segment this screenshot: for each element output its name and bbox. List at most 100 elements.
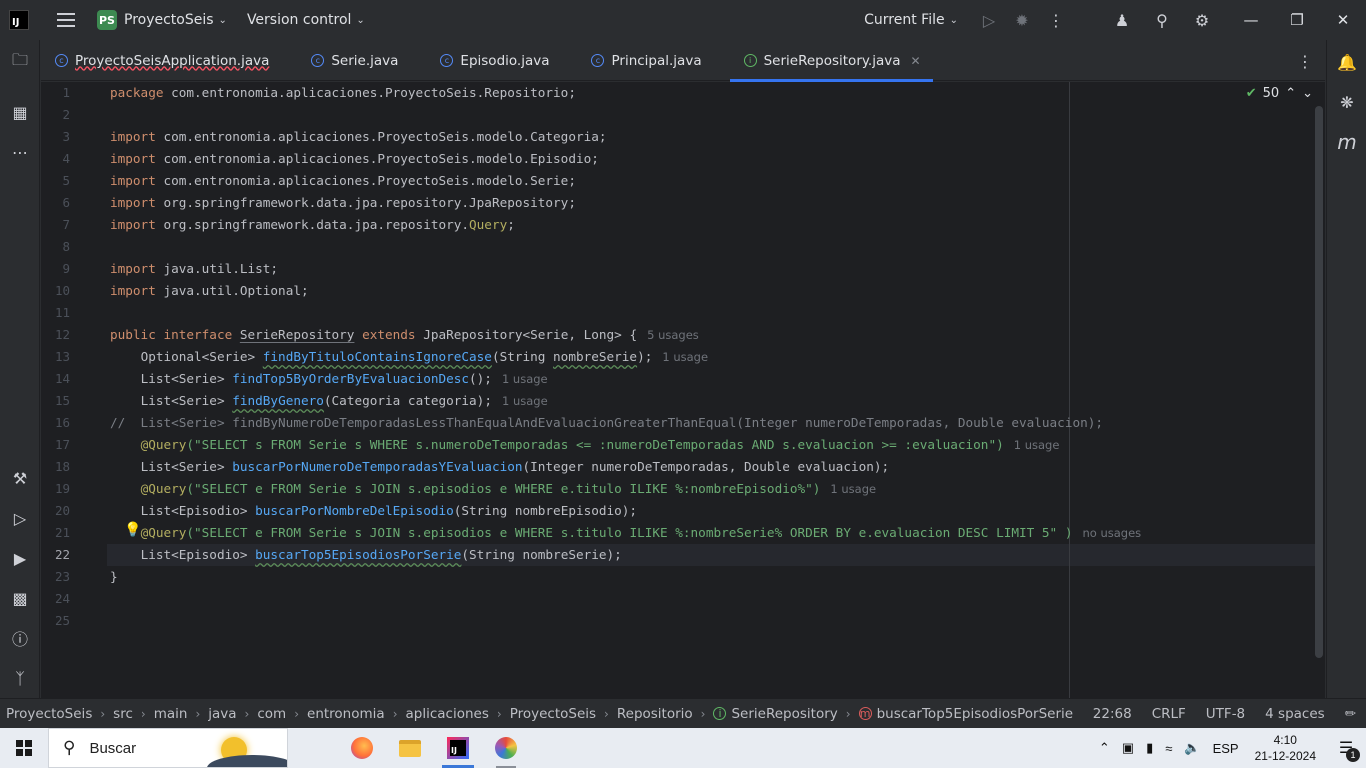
breadcrumb-item[interactable]: SerieRepository <box>731 706 837 722</box>
indent-setting[interactable]: 4 spaces <box>1255 706 1335 722</box>
tab-principal[interactable]: c Principal.java <box>561 40 713 81</box>
project-folder-icon[interactable]: 🗀 <box>8 50 32 74</box>
chevron-up-icon[interactable]: ⌃ <box>1093 740 1116 756</box>
project-name[interactable]: ProyectoSeis <box>124 12 214 28</box>
camera-icon[interactable]: ▣ <box>1116 740 1140 756</box>
tab-options-icon[interactable]: ⋮ <box>1297 52 1313 71</box>
line-number[interactable]: 22 <box>55 544 70 566</box>
minimize-button[interactable]: — <box>1228 0 1274 40</box>
line-number[interactable]: 21 <box>55 522 70 544</box>
line-number[interactable]: 1 <box>62 82 70 104</box>
line-number[interactable]: 24 <box>55 588 70 610</box>
line-number[interactable]: 23 <box>55 566 70 588</box>
run-config-selector[interactable]: Current File <box>864 12 944 28</box>
breadcrumb-item[interactable]: buscarTop5EpisodiosPorSerie <box>877 706 1073 722</box>
file-encoding[interactable]: UTF-8 <box>1196 706 1255 722</box>
terminal-icon[interactable]: ▩ <box>8 586 32 610</box>
read-only-lock-icon[interactable]: ✏ <box>1335 706 1366 722</box>
line-number[interactable]: 5 <box>62 170 70 192</box>
clock[interactable]: 4:10 21-12-2024 <box>1245 732 1326 764</box>
line-number[interactable]: 19 <box>55 478 70 500</box>
intellij-logo-icon[interactable]: IJ <box>9 10 29 30</box>
line-number[interactable]: 17 <box>55 434 70 456</box>
services-icon[interactable]: ▶ <box>8 546 32 570</box>
file-explorer-taskbar-button[interactable] <box>386 728 434 768</box>
run-tool-icon[interactable]: ▷ <box>8 506 32 530</box>
volume-icon[interactable]: 🔈 <box>1178 740 1206 756</box>
main-menu-icon[interactable] <box>57 13 75 27</box>
inspection-widget[interactable]: ✔ 50 ⌃ ⌄ <box>1246 86 1313 101</box>
project-badge[interactable]: PS <box>97 10 117 30</box>
chevron-up-icon[interactable]: ⌃ <box>1285 86 1296 101</box>
close-tab-icon[interactable]: ✕ <box>911 54 921 68</box>
usage-hint[interactable]: 1 usage <box>830 482 876 496</box>
start-button[interactable] <box>0 728 48 768</box>
input-language[interactable]: ESP <box>1207 741 1245 756</box>
usage-hint[interactable]: 5 usages <box>647 328 699 342</box>
breadcrumb-item[interactable]: src <box>113 706 133 722</box>
structure-icon[interactable]: ▦ <box>8 100 32 124</box>
breadcrumb-item[interactable]: main <box>154 706 188 722</box>
wifi-icon[interactable]: ≈ <box>1159 741 1178 756</box>
tab-episodio[interactable]: c Episodio.java <box>410 40 561 81</box>
add-user-icon[interactable]: ♟ <box>1102 0 1142 40</box>
line-number[interactable]: 9 <box>62 258 70 280</box>
line-number[interactable]: 13 <box>55 346 70 368</box>
usage-hint[interactable]: 1 usage <box>502 394 548 408</box>
line-separator[interactable]: CRLF <box>1142 706 1196 722</box>
more-actions-icon[interactable]: ⋮ <box>1040 0 1072 40</box>
line-number[interactable]: 25 <box>55 610 70 632</box>
line-number[interactable]: 8 <box>62 236 70 258</box>
notifications-bell-icon[interactable]: 🔔 <box>1335 50 1359 74</box>
tab-proyectoseisapplication[interactable]: c ProyectoSeisApplication.java <box>41 40 281 81</box>
taskbar-search[interactable]: ⚲ Buscar <box>48 728 288 768</box>
breadcrumb-item[interactable]: aplicaciones <box>406 706 489 722</box>
intellij-taskbar-button[interactable]: IJ <box>434 728 482 768</box>
vcs-menu[interactable]: Version control <box>247 12 351 28</box>
maximize-button[interactable]: ❐ <box>1274 0 1320 40</box>
problems-icon[interactable]: ⓘ <box>8 626 32 650</box>
tab-serierepository[interactable]: i SerieRepository.java ✕ <box>729 40 933 82</box>
maven-icon[interactable]: m <box>1335 130 1359 154</box>
code-editor[interactable]: 1 2 3 4 5 6 7 8 9 10 11 12 13 14 15 16 17 18 19 20 21 22 23 24 2… <box>41 82 1325 698</box>
line-number[interactable]: 11 <box>55 302 70 324</box>
cursor-position[interactable]: 22:68 <box>1083 706 1142 722</box>
search-icon[interactable]: ⚲ <box>1142 0 1182 40</box>
debug-icon[interactable]: ✹ <box>1004 0 1040 40</box>
tab-serie[interactable]: c Serie.java <box>281 40 410 81</box>
breadcrumb-item[interactable]: ProyectoSeis <box>6 706 92 722</box>
line-number[interactable]: 20 <box>55 500 70 522</box>
line-number[interactable]: 14 <box>55 368 70 390</box>
usage-hint[interactable]: 1 usage <box>502 372 548 386</box>
line-number[interactable]: 2 <box>62 104 70 126</box>
run-icon[interactable]: ▷ <box>974 0 1004 40</box>
notification-center-icon[interactable]: ☰ 1 <box>1326 728 1366 768</box>
line-number[interactable]: 7 <box>62 214 70 236</box>
git-icon[interactable]: ᛉ <box>8 666 32 690</box>
usage-hint[interactable]: no usages <box>1082 526 1141 540</box>
more-tools-icon[interactable]: ⋯ <box>8 140 32 164</box>
settings-gear-icon[interactable]: ⚙ <box>1182 0 1222 40</box>
code-area[interactable]: package com.entronomia.aplicaciones.Proy… <box>110 82 1300 698</box>
usage-hint[interactable]: 1 usage <box>662 350 708 364</box>
vertical-scrollbar[interactable] <box>1315 106 1323 658</box>
battery-icon[interactable]: ▮ <box>1140 740 1159 756</box>
breadcrumb-item[interactable]: Repositorio <box>617 706 693 722</box>
breadcrumb-item[interactable]: com <box>257 706 286 722</box>
close-window-button[interactable]: ✕ <box>1320 0 1366 40</box>
line-number[interactable]: 12 <box>55 324 70 346</box>
build-hammer-icon[interactable]: ⚒ <box>8 466 32 490</box>
chevron-down-icon[interactable]: ⌄ <box>1302 86 1313 101</box>
ai-assistant-icon[interactable]: ❋ <box>1335 90 1359 114</box>
paint-taskbar-button[interactable] <box>482 728 530 768</box>
line-number[interactable]: 18 <box>55 456 70 478</box>
breadcrumb-item[interactable]: java <box>208 706 236 722</box>
line-number[interactable]: 3 <box>62 126 70 148</box>
breadcrumb-item[interactable]: ProyectoSeis <box>510 706 596 722</box>
line-number[interactable]: 6 <box>62 192 70 214</box>
usage-hint[interactable]: 1 usage <box>1014 438 1060 452</box>
line-number[interactable]: 16 <box>55 412 70 434</box>
firefox-taskbar-button[interactable] <box>338 728 386 768</box>
line-number[interactable]: 4 <box>62 148 70 170</box>
line-number[interactable]: 15 <box>55 390 70 412</box>
